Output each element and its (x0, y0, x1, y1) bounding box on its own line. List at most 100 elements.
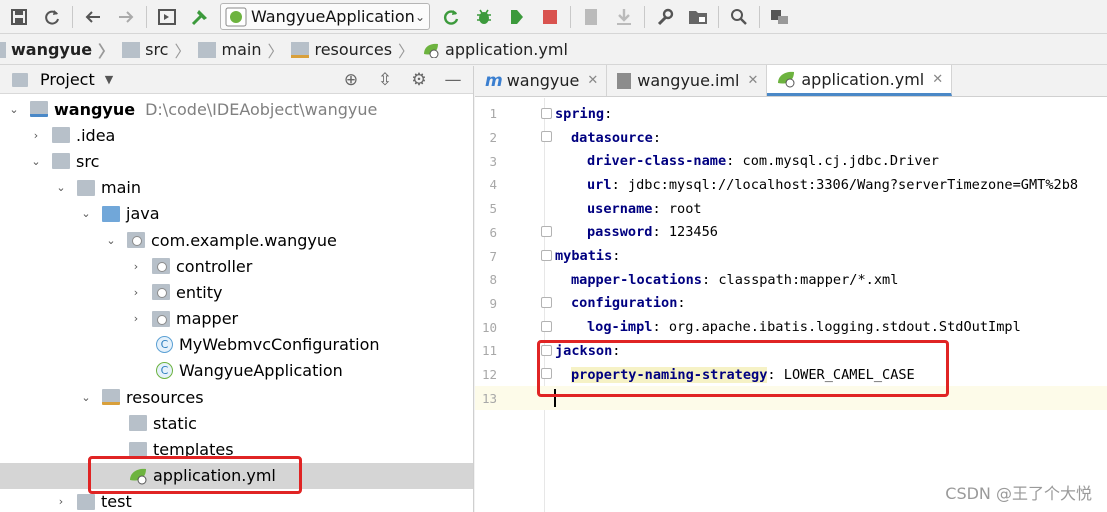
tree-item-idea[interactable]: › .idea (0, 122, 473, 148)
tree-item-entity[interactable]: › entity (0, 279, 473, 305)
settings-wrench-icon[interactable] (652, 4, 678, 30)
vcs-down-icon[interactable] (611, 4, 637, 30)
sync-icon[interactable] (39, 4, 65, 30)
chevron-right-icon[interactable]: › (130, 286, 142, 299)
code-text: datasource: (571, 129, 662, 146)
triangle-down-icon[interactable]: ▼ (105, 73, 113, 86)
project-tree: ⌄ wangyue D:\code\IDEAobject\wangyue › .… (0, 94, 473, 512)
breadcrumb-item-application-yml[interactable]: application.yml (414, 40, 568, 59)
resources-folder-icon (291, 41, 310, 58)
debug-icon[interactable] (471, 4, 497, 30)
run-window-icon[interactable] (154, 4, 180, 30)
chevron-down-icon[interactable]: ⌄ (105, 234, 117, 247)
fold-marker-icon[interactable] (541, 131, 552, 142)
folder-icon (0, 41, 6, 58)
package-icon (127, 232, 145, 249)
code-line: 2 datasource: (475, 126, 1107, 150)
breadcrumb-item-resources[interactable]: resources 〉 (283, 38, 414, 62)
toolbar-divider (718, 5, 719, 28)
chevron-right-icon[interactable]: › (130, 312, 142, 325)
class-icon: C (156, 336, 173, 354)
tree-item-mywebmvcconfiguration[interactable]: C MyWebmvcConfiguration (0, 332, 473, 358)
tree-item-resources[interactable]: ⌄ resources (0, 384, 473, 410)
tree-item-java[interactable]: ⌄ java (0, 201, 473, 227)
spring-boot-icon (225, 7, 247, 26)
tree-item-wangyueapplication[interactable]: C WangyueApplication (0, 358, 473, 384)
stop-icon[interactable] (537, 4, 563, 30)
breadcrumb-item-main[interactable]: main 〉 (190, 38, 283, 62)
fold-marker-icon[interactable] (541, 321, 552, 332)
tree-item-controller[interactable]: › controller (0, 253, 473, 279)
collapse-all-icon[interactable]: ⇳ (373, 69, 397, 91)
tree-item-package[interactable]: ⌄ com.example.wangyue (0, 227, 473, 253)
coverage-icon[interactable] (504, 4, 530, 30)
tree-item-static[interactable]: static (0, 410, 473, 436)
line-number: 10 (481, 319, 497, 335)
breadcrumb-item-src[interactable]: src 〉 (114, 38, 190, 62)
tree-label: .idea (76, 125, 116, 145)
code-text: mybatis: (555, 248, 621, 265)
breadcrumb-item-wangyue[interactable]: wangyue 〉 (0, 38, 114, 62)
chevron-right-icon: 〉 (398, 41, 415, 61)
close-icon[interactable]: ✕ (587, 73, 598, 88)
save-icon[interactable] (6, 4, 32, 30)
tool-window-icon[interactable] (767, 4, 793, 30)
vcs-icon[interactable] (578, 4, 604, 30)
forward-icon[interactable] (113, 4, 139, 30)
tab-application-yml[interactable]: application.yml ✕ (767, 65, 953, 96)
chevron-down-icon[interactable]: ⌄ (8, 103, 20, 116)
maven-icon: m (485, 70, 503, 91)
run-configuration-select[interactable]: WangyueApplication ⌄ (220, 3, 430, 30)
chevron-down-icon[interactable]: ⌄ (80, 391, 92, 404)
line-number: 7 (489, 248, 497, 264)
code-text: password: 123456 (587, 224, 718, 241)
chevron-right-icon[interactable]: › (55, 495, 67, 508)
folder-icon (52, 153, 70, 170)
code-text: spring: (555, 105, 613, 122)
chevron-right-icon: 〉 (174, 41, 191, 61)
code-text: url: jdbc:mysql://localhost:3306/Wang?se… (587, 176, 1079, 193)
tree-item-src[interactable]: ⌄ src (0, 148, 473, 174)
close-icon[interactable]: ✕ (932, 72, 943, 87)
fold-marker-icon[interactable] (541, 297, 552, 308)
tree-label: MyWebmvcConfiguration (179, 335, 380, 355)
tree-item-main[interactable]: ⌄ main (0, 175, 473, 201)
fold-marker-icon[interactable] (541, 226, 552, 237)
code-line: 4 url: jdbc:mysql://localhost:3306/Wang?… (475, 173, 1107, 197)
line-number: 2 (489, 130, 497, 146)
tree-item-root[interactable]: ⌄ wangyue D:\code\IDEAobject\wangyue (0, 96, 473, 122)
code-line: 10 log-impl: org.apache.ibatis.logging.s… (475, 315, 1107, 339)
line-number: 6 (489, 224, 497, 240)
project-panel-title[interactable]: Project (40, 70, 95, 89)
line-number: 3 (489, 153, 497, 169)
build-icon[interactable] (187, 4, 213, 30)
tree-label: static (153, 413, 197, 433)
chevron-right-icon[interactable]: › (30, 129, 42, 142)
search-icon[interactable] (726, 4, 752, 30)
rerun-icon[interactable] (438, 4, 464, 30)
chevron-down-icon: ⌄ (414, 9, 425, 24)
tab-wangyue[interactable]: m wangyue ✕ (475, 65, 608, 96)
chevron-down-icon[interactable]: ⌄ (30, 155, 42, 168)
code-editor[interactable]: 1 spring: 2 datasource: 3 driver-class-n… (475, 98, 1107, 512)
toolbar-divider (759, 5, 760, 28)
chevron-down-icon[interactable]: ⌄ (55, 181, 67, 194)
project-view-icon (12, 72, 28, 87)
back-icon[interactable] (80, 4, 106, 30)
close-icon[interactable]: ✕ (747, 73, 758, 88)
fold-marker-icon[interactable] (541, 108, 552, 119)
chevron-right-icon[interactable]: › (130, 260, 142, 273)
code-line: 7 mybatis: (475, 244, 1107, 268)
locate-icon[interactable]: ⊕ (339, 69, 363, 91)
gear-icon[interactable]: ⚙ (407, 69, 431, 91)
chevron-down-icon[interactable]: ⌄ (80, 207, 92, 220)
fold-marker-icon[interactable] (541, 250, 552, 261)
chevron-right-icon: 〉 (267, 41, 284, 61)
package-icon (152, 258, 170, 275)
package-icon (152, 310, 170, 327)
editor-pane: m wangyue ✕ wangyue.iml ✕ application.ym… (475, 65, 1107, 512)
tree-item-mapper[interactable]: › mapper (0, 306, 473, 332)
project-structure-icon[interactable] (685, 4, 711, 30)
tab-wangyue-iml[interactable]: wangyue.iml ✕ (607, 65, 768, 96)
hide-icon[interactable]: — (441, 69, 465, 91)
